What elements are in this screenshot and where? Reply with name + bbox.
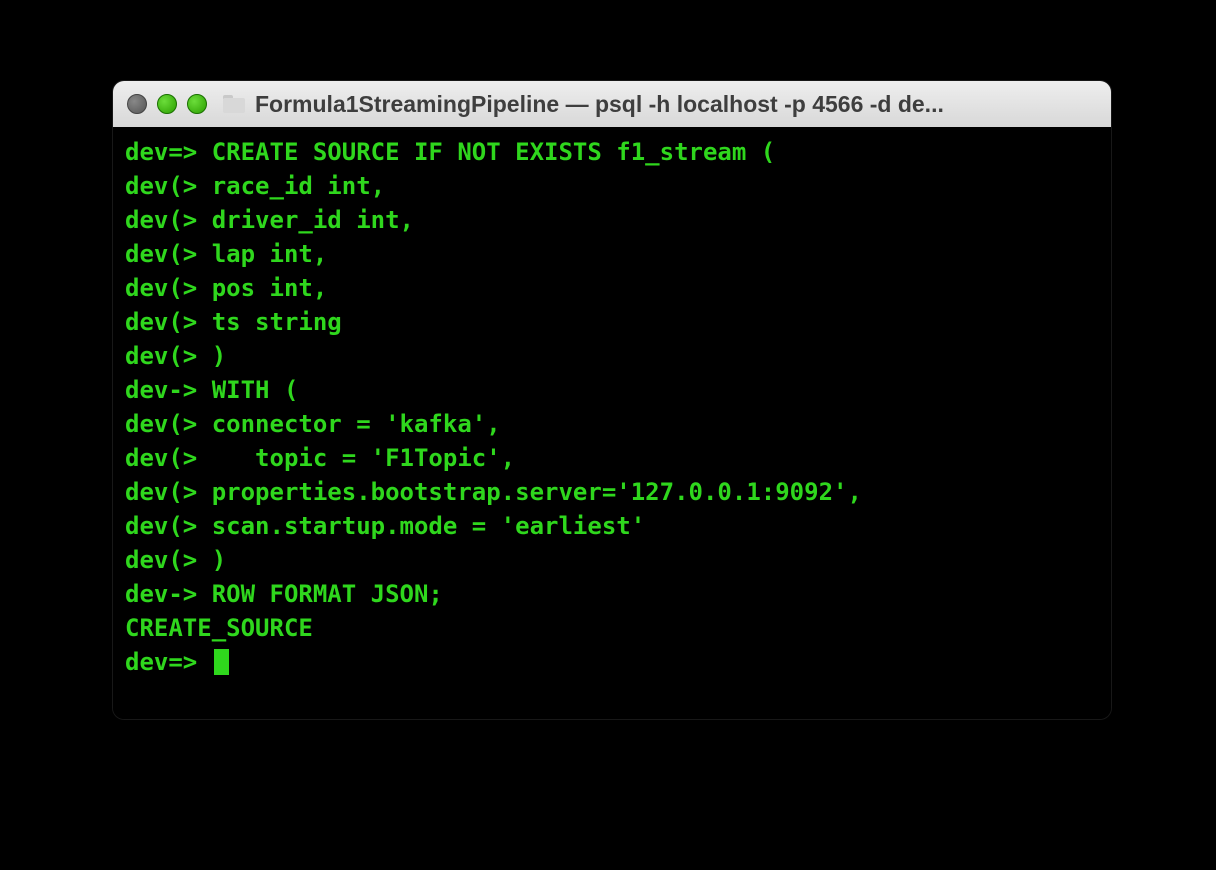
terminal-line: dev(> connector = 'kafka', — [125, 407, 1099, 441]
terminal-line: dev-> ROW FORMAT JSON; — [125, 577, 1099, 611]
title-bar: Formula1StreamingPipeline — psql -h loca… — [113, 81, 1111, 127]
terminal-line: dev(> race_id int, — [125, 169, 1099, 203]
terminal-body[interactable]: dev=> CREATE SOURCE IF NOT EXISTS f1_str… — [113, 127, 1111, 719]
terminal-prompt: dev=> — [125, 645, 212, 679]
terminal-prompt-line: dev=> — [125, 645, 1099, 679]
terminal-line: dev=> CREATE SOURCE IF NOT EXISTS f1_str… — [125, 135, 1099, 169]
terminal-line: dev(> ) — [125, 543, 1099, 577]
terminal-line: CREATE_SOURCE — [125, 611, 1099, 645]
terminal-line: dev(> lap int, — [125, 237, 1099, 271]
terminal-line: dev(> scan.startup.mode = 'earliest' — [125, 509, 1099, 543]
terminal-line: dev(> properties.bootstrap.server='127.0… — [125, 475, 1099, 509]
minimize-icon[interactable] — [157, 94, 177, 114]
terminal-line: dev(> ts string — [125, 305, 1099, 339]
terminal-line: dev(> topic = 'F1Topic', — [125, 441, 1099, 475]
terminal-line: dev(> driver_id int, — [125, 203, 1099, 237]
terminal-line: dev(> ) — [125, 339, 1099, 373]
terminal-line: dev-> WITH ( — [125, 373, 1099, 407]
folder-icon — [223, 95, 245, 113]
window-title: Formula1StreamingPipeline — psql -h loca… — [255, 91, 1097, 118]
cursor-icon — [214, 649, 229, 675]
close-icon[interactable] — [127, 94, 147, 114]
maximize-icon[interactable] — [187, 94, 207, 114]
terminal-window: Formula1StreamingPipeline — psql -h loca… — [112, 80, 1112, 720]
terminal-line: dev(> pos int, — [125, 271, 1099, 305]
